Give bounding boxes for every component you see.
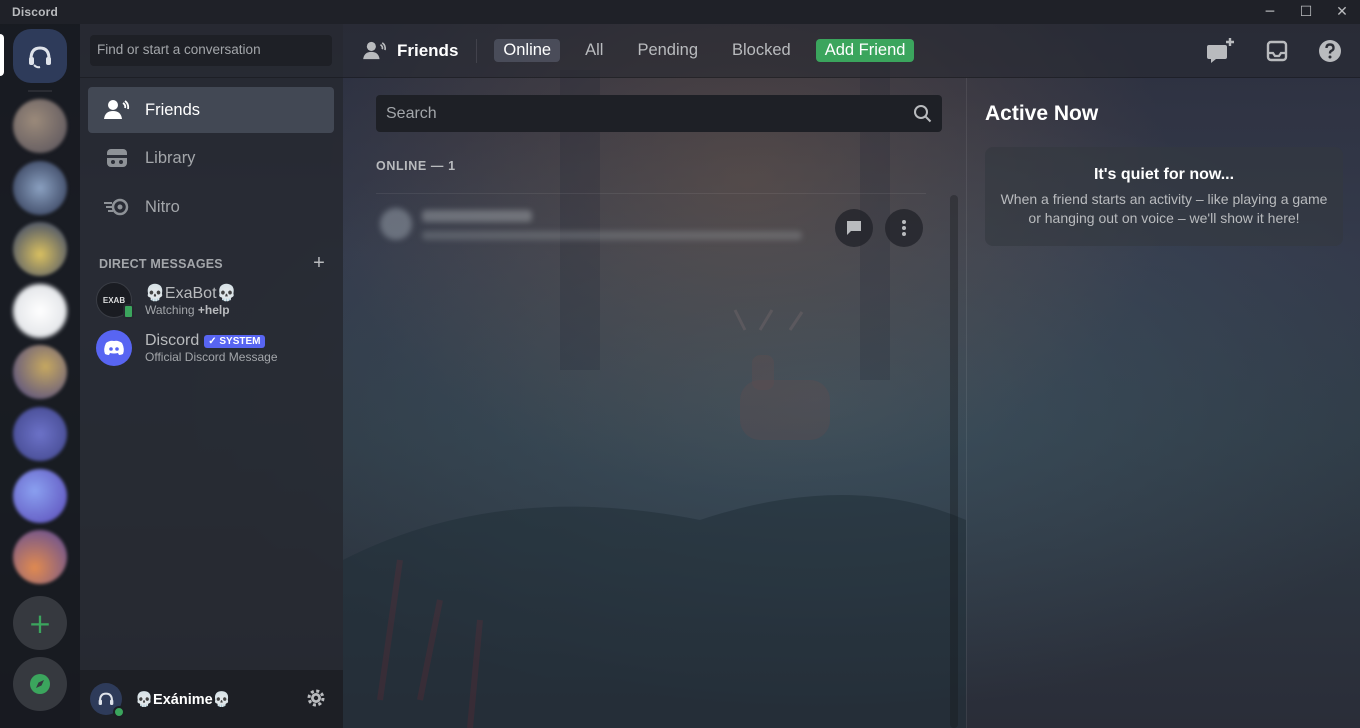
friends-wave-icon — [363, 41, 387, 61]
new-group-dm-button[interactable] — [1206, 37, 1236, 65]
empty-state-text: When a friend starts an activity – like … — [1000, 191, 1328, 226]
gear-icon — [307, 689, 325, 707]
tab-pending[interactable]: Pending — [628, 39, 707, 62]
new-group-dm-icon — [1207, 38, 1234, 63]
inbox-button[interactable] — [1266, 40, 1288, 62]
server-rail: + — [0, 24, 80, 728]
close-button[interactable]: ✕ — [1324, 0, 1360, 24]
dm-item-discord[interactable]: Discord ✓ SYSTEM Official Discord Message — [88, 326, 334, 370]
plus-icon: + — [28, 606, 52, 640]
direct-messages-header: DIRECT MESSAGES + — [99, 252, 325, 275]
dm-header-label: DIRECT MESSAGES — [99, 256, 223, 271]
nav-nitro[interactable]: Nitro — [88, 184, 334, 230]
friend-name-redacted — [422, 210, 532, 222]
chat-bubble-icon — [847, 221, 861, 235]
tab-all[interactable]: All — [576, 39, 612, 62]
inbox-icon — [1266, 40, 1288, 62]
discord-headset-icon — [98, 692, 114, 705]
discord-headset-icon — [29, 46, 51, 69]
avatar-text: EXAB — [102, 295, 126, 305]
selected-indicator — [0, 34, 4, 76]
empty-state-heading: It's quiet for now... — [1093, 166, 1235, 183]
tab-blocked[interactable]: Blocked — [723, 39, 800, 62]
friends-scrollbar[interactable] — [950, 195, 958, 728]
title-bar: Discord ─ ☐ ✕ — [0, 0, 1360, 24]
server-icon-7[interactable] — [13, 469, 67, 523]
minimize-button[interactable]: ─ — [1252, 0, 1288, 24]
friend-status-redacted — [422, 231, 802, 240]
find-conversation-button[interactable]: Find or start a conversation — [90, 35, 332, 66]
page-title-text: Friends — [397, 40, 459, 60]
avatar: EXAB — [96, 282, 134, 319]
server-icon-4[interactable] — [13, 284, 67, 338]
dm-status: Official Discord Message — [145, 350, 278, 364]
more-options-button[interactable] — [885, 209, 923, 247]
toolbar-icons — [1176, 37, 1342, 65]
friend-avatar — [380, 208, 412, 240]
search-icon — [913, 104, 932, 128]
dm-item-exabot[interactable]: EXAB 💀ExaBot💀 Watching +help — [88, 278, 334, 322]
friend-search-input[interactable]: Search — [376, 95, 942, 132]
nav-nitro-label: Nitro — [145, 197, 180, 216]
help-button[interactable] — [1318, 39, 1342, 63]
active-now-title: Active Now — [985, 102, 1099, 125]
maximize-button[interactable]: ☐ — [1288, 0, 1324, 24]
compass-icon — [30, 674, 50, 694]
server-icon-3[interactable] — [13, 222, 67, 276]
username: 💀Exánime💀 — [135, 691, 231, 708]
list-divider — [376, 193, 926, 194]
channel-sidebar: Find or start a conversation Friends Lib… — [80, 24, 343, 670]
online-status-dot — [113, 706, 125, 718]
server-icon-2[interactable] — [13, 161, 67, 215]
server-icon-5[interactable] — [13, 345, 67, 399]
server-icon-1[interactable] — [13, 99, 67, 153]
kebab-menu-icon — [902, 220, 906, 236]
friend-search-placeholder: Search — [386, 104, 437, 122]
rail-separator — [28, 90, 52, 92]
online-count-header: ONLINE — 1 — [376, 159, 456, 173]
create-dm-button[interactable]: + — [313, 252, 325, 275]
active-now-divider — [966, 78, 967, 728]
active-now-empty-card: It's quiet for now... When a friend star… — [985, 147, 1343, 246]
nav-library-label: Library — [145, 148, 196, 167]
nav-library[interactable]: Library — [88, 135, 334, 181]
explore-servers-button[interactable] — [13, 657, 67, 711]
home-button[interactable] — [13, 29, 67, 83]
dm-status: Watching +help — [145, 303, 230, 317]
user-panel: 💀Exánime💀 — [80, 670, 343, 728]
page-title: Friends — [363, 41, 458, 61]
friend-list-item[interactable] — [376, 198, 936, 254]
dm-name: Discord ✓ SYSTEM — [145, 332, 278, 350]
avatar — [96, 330, 132, 366]
add-friend-button[interactable]: Add Friend — [815, 39, 915, 62]
library-icon — [102, 147, 132, 169]
tab-online[interactable]: Online — [494, 39, 561, 62]
sidebar-divider — [80, 77, 343, 78]
header-divider — [476, 38, 478, 63]
nitro-icon — [102, 197, 132, 217]
nav-friends-label: Friends — [145, 100, 201, 119]
user-settings-button[interactable] — [305, 687, 327, 713]
message-button[interactable] — [835, 209, 873, 247]
window-controls: ─ ☐ ✕ — [1252, 0, 1360, 24]
app-name: Discord — [12, 5, 59, 19]
nav-friends[interactable]: Friends — [88, 87, 334, 133]
help-icon — [1319, 40, 1341, 62]
user-avatar[interactable] — [90, 683, 125, 718]
mobile-status-icon — [123, 304, 134, 319]
server-icon-6[interactable] — [13, 407, 67, 461]
friends-header-bar: Friends Online All Pending Blocked Add F… — [343, 24, 1360, 78]
discord-logo-icon — [104, 340, 124, 355]
friends-wave-icon — [102, 99, 132, 121]
dm-name: 💀ExaBot💀 — [145, 285, 237, 302]
system-badge: ✓ SYSTEM — [204, 334, 265, 348]
add-server-button[interactable]: + — [13, 596, 67, 650]
server-icon-8[interactable] — [13, 530, 67, 584]
